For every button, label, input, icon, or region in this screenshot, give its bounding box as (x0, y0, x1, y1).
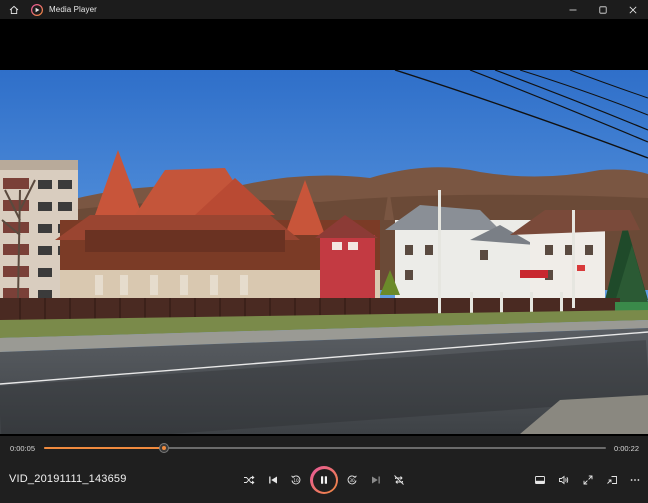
repeat-off-icon (394, 475, 404, 485)
cast-button[interactable] (602, 470, 622, 490)
maximize-icon (599, 5, 607, 14)
skip-back-10-icon: 10 (291, 475, 301, 485)
svg-text:10: 10 (293, 478, 299, 483)
volume-button[interactable] (554, 470, 574, 490)
title-bar: Media Player (0, 0, 648, 19)
cast-icon (607, 476, 617, 484)
seek-progress (44, 447, 164, 449)
close-icon (629, 6, 637, 13)
previous-icon (269, 476, 277, 484)
miniplayer-button[interactable] (530, 470, 550, 490)
fullscreen-icon (583, 475, 593, 485)
miniplayer-icon (535, 476, 545, 484)
seek-thumb[interactable] (158, 443, 169, 453)
repeat-button[interactable] (389, 470, 409, 490)
current-time: 0:00:05 (10, 444, 36, 453)
svg-text:30: 30 (349, 478, 355, 483)
next-icon (372, 476, 380, 484)
close-button[interactable] (618, 0, 648, 19)
previous-button[interactable] (263, 470, 283, 490)
home-icon (9, 5, 19, 14)
file-name: VID_20191111_143659 (9, 473, 127, 485)
minimize-button[interactable] (558, 0, 588, 19)
seek-bar[interactable] (44, 443, 606, 453)
more-options-button[interactable] (625, 470, 645, 490)
next-button[interactable] (366, 470, 386, 490)
app-logo (31, 3, 43, 16)
pause-icon (321, 476, 327, 484)
shuffle-icon (244, 475, 255, 485)
duration: 0:00:22 (613, 444, 639, 453)
window-title: Media Player (49, 5, 97, 14)
maximize-button[interactable] (588, 0, 618, 19)
home-button[interactable] (0, 0, 28, 19)
transport-bar: 0:00:05 0:00:22 VID_20191111_143659 10 3… (0, 436, 648, 503)
more-icon (630, 479, 640, 481)
skip-forward-button[interactable]: 30 (342, 470, 362, 490)
skip-forward-30-icon: 30 (347, 475, 357, 485)
minimize-icon (569, 9, 577, 10)
shuffle-button[interactable] (239, 470, 259, 490)
volume-icon (559, 475, 569, 485)
media-player-icon (31, 3, 43, 16)
play-pause-button[interactable] (310, 466, 338, 494)
fullscreen-button[interactable] (578, 470, 598, 490)
video-surface[interactable] (0, 19, 648, 436)
skip-back-button[interactable]: 10 (286, 470, 306, 490)
video-frame (0, 70, 648, 434)
